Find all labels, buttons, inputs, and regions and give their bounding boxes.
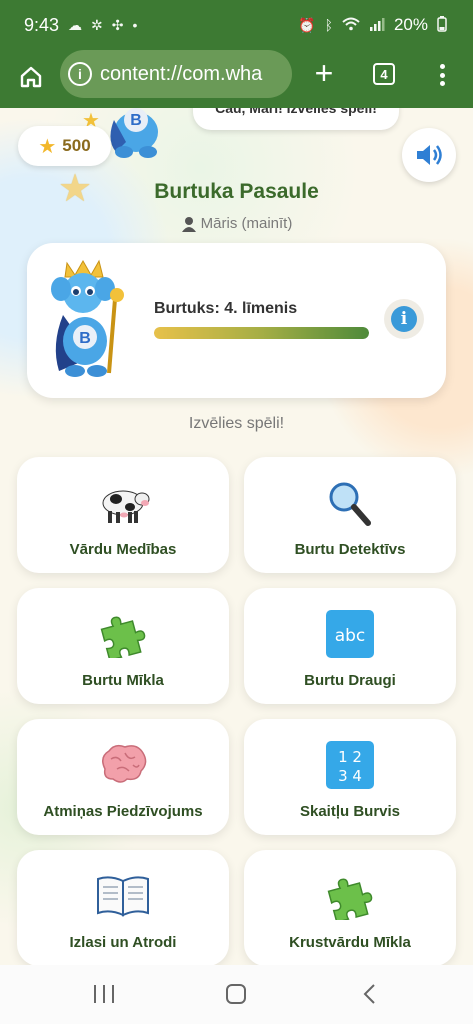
cloud-icon: ☁ [68,16,83,33]
status-time: 9:43 [24,14,60,35]
info-icon: i [391,306,417,332]
choose-game-text: Izvēlies spēli! [188,415,285,432]
speaker-icon [417,145,442,165]
numbers-icon: 1 2 3 4 [323,741,377,789]
book-icon [96,872,150,920]
abc-icon: abc [323,610,377,658]
new-tab-button[interactable]: + [308,56,340,92]
fan-icon: ✲ [91,16,103,33]
puzzle-icon [323,872,377,920]
page-title: Burtuka Pasaule [154,180,319,203]
cow-icon [96,479,150,527]
level-progress-fill [154,327,369,339]
level-progress-bar [154,327,369,339]
system-nav-bar [0,965,473,1024]
game-name: Izlasi un Atrodi [69,934,177,951]
dot-icon: • [132,17,138,33]
game-card-burtu-detektivs[interactable]: Burtu Detektīvs [244,457,456,573]
system-back-button[interactable] [360,983,382,1005]
game-card-burtu-mikla[interactable]: Burtu Mīkla [17,588,229,704]
bluetooth-icon: ᛒ [324,17,333,33]
battery-text: 20% [393,15,428,34]
home-icon [20,66,42,88]
back-chevron-icon [363,984,375,1004]
level-info-button[interactable]: i [384,299,424,339]
game-card-burtu-draugi[interactable]: abc Burtu Draugi [244,588,456,704]
battery-icon [437,15,447,35]
url-bar[interactable]: i content://com.wha [60,50,292,98]
tab-switcher-button[interactable]: 4 [373,63,395,85]
status-bar: 9:43 ☁ ✲ ✣ • ⏰ ᛒ 20% [0,0,473,50]
game-name: Krustvārdu Mīkla [289,934,411,951]
alarm-icon: ⏰ [298,16,316,33]
game-name: Vārdu Medības [69,541,177,558]
user-icon [181,216,196,232]
url-text: content://com.wha [100,62,263,85]
puzzle-icon [96,610,150,658]
system-home-button[interactable] [226,984,246,1004]
game-card-izlasi-un-atrodi[interactable]: Izlasi un Atrodi [17,850,229,965]
game-card-atminas-piedzivojums[interactable]: Atmiņas Piedzīvojums [17,719,229,835]
star-icon: ★ [38,135,57,158]
signal-icon [369,17,385,34]
speech-bubble: Čau, Māri! Izvēlies spēli! [193,108,399,130]
svg-text:B: B [130,112,142,129]
level-label: Burtuks: 4. līmenis [154,300,298,317]
user-switch-link[interactable]: Māris (mainīt) [0,215,473,232]
user-name: Māris (mainīt) [200,215,293,232]
mascot-king-image: B [47,255,139,385]
numbers-icon-text-top: 1 2 [338,748,362,766]
level-card: B Burtuks: 4. līmenis i [27,243,446,398]
slack-icon: ✣ [111,16,124,33]
game-name: Burtu Detektīvs [294,541,406,558]
score-value: 500 [62,136,91,155]
game-card-skaitlu-burvis[interactable]: 1 2 3 4 Skaitļu Burvis [244,719,456,835]
browser-toolbar: i content://com.wha + 4 [0,50,473,108]
game-card-krustvardu-mikla[interactable]: Krustvārdu Mīkla [244,850,456,965]
game-name: Atmiņas Piedzīvojums [43,803,203,820]
sound-toggle-button[interactable] [402,128,456,182]
game-name: Burtu Mīkla [82,672,164,689]
game-name: Burtu Draugi [304,672,396,689]
game-name: Skaitļu Burvis [299,803,401,820]
svg-text:B: B [79,330,91,347]
browser-home-button[interactable] [14,60,48,94]
game-card-vardu-medibas[interactable]: Vārdu Medības [17,457,229,573]
recent-apps-button[interactable] [94,985,114,1003]
magnifier-icon [323,479,377,527]
browser-menu-button[interactable] [432,60,452,90]
wifi-icon [342,17,360,34]
speech-text: Čau, Māri! Izvēlies spēli! [215,108,377,116]
site-info-icon[interactable]: i [68,62,92,86]
abc-icon-text: abc [335,626,366,646]
app-content: ★ B Čau, Māri! Izvēlies spēli! ★ 500 ★ B… [0,108,473,965]
brain-icon [96,741,150,789]
score-badge: ★ 500 [18,126,111,166]
numbers-icon-text-bottom: 3 4 [338,767,362,785]
